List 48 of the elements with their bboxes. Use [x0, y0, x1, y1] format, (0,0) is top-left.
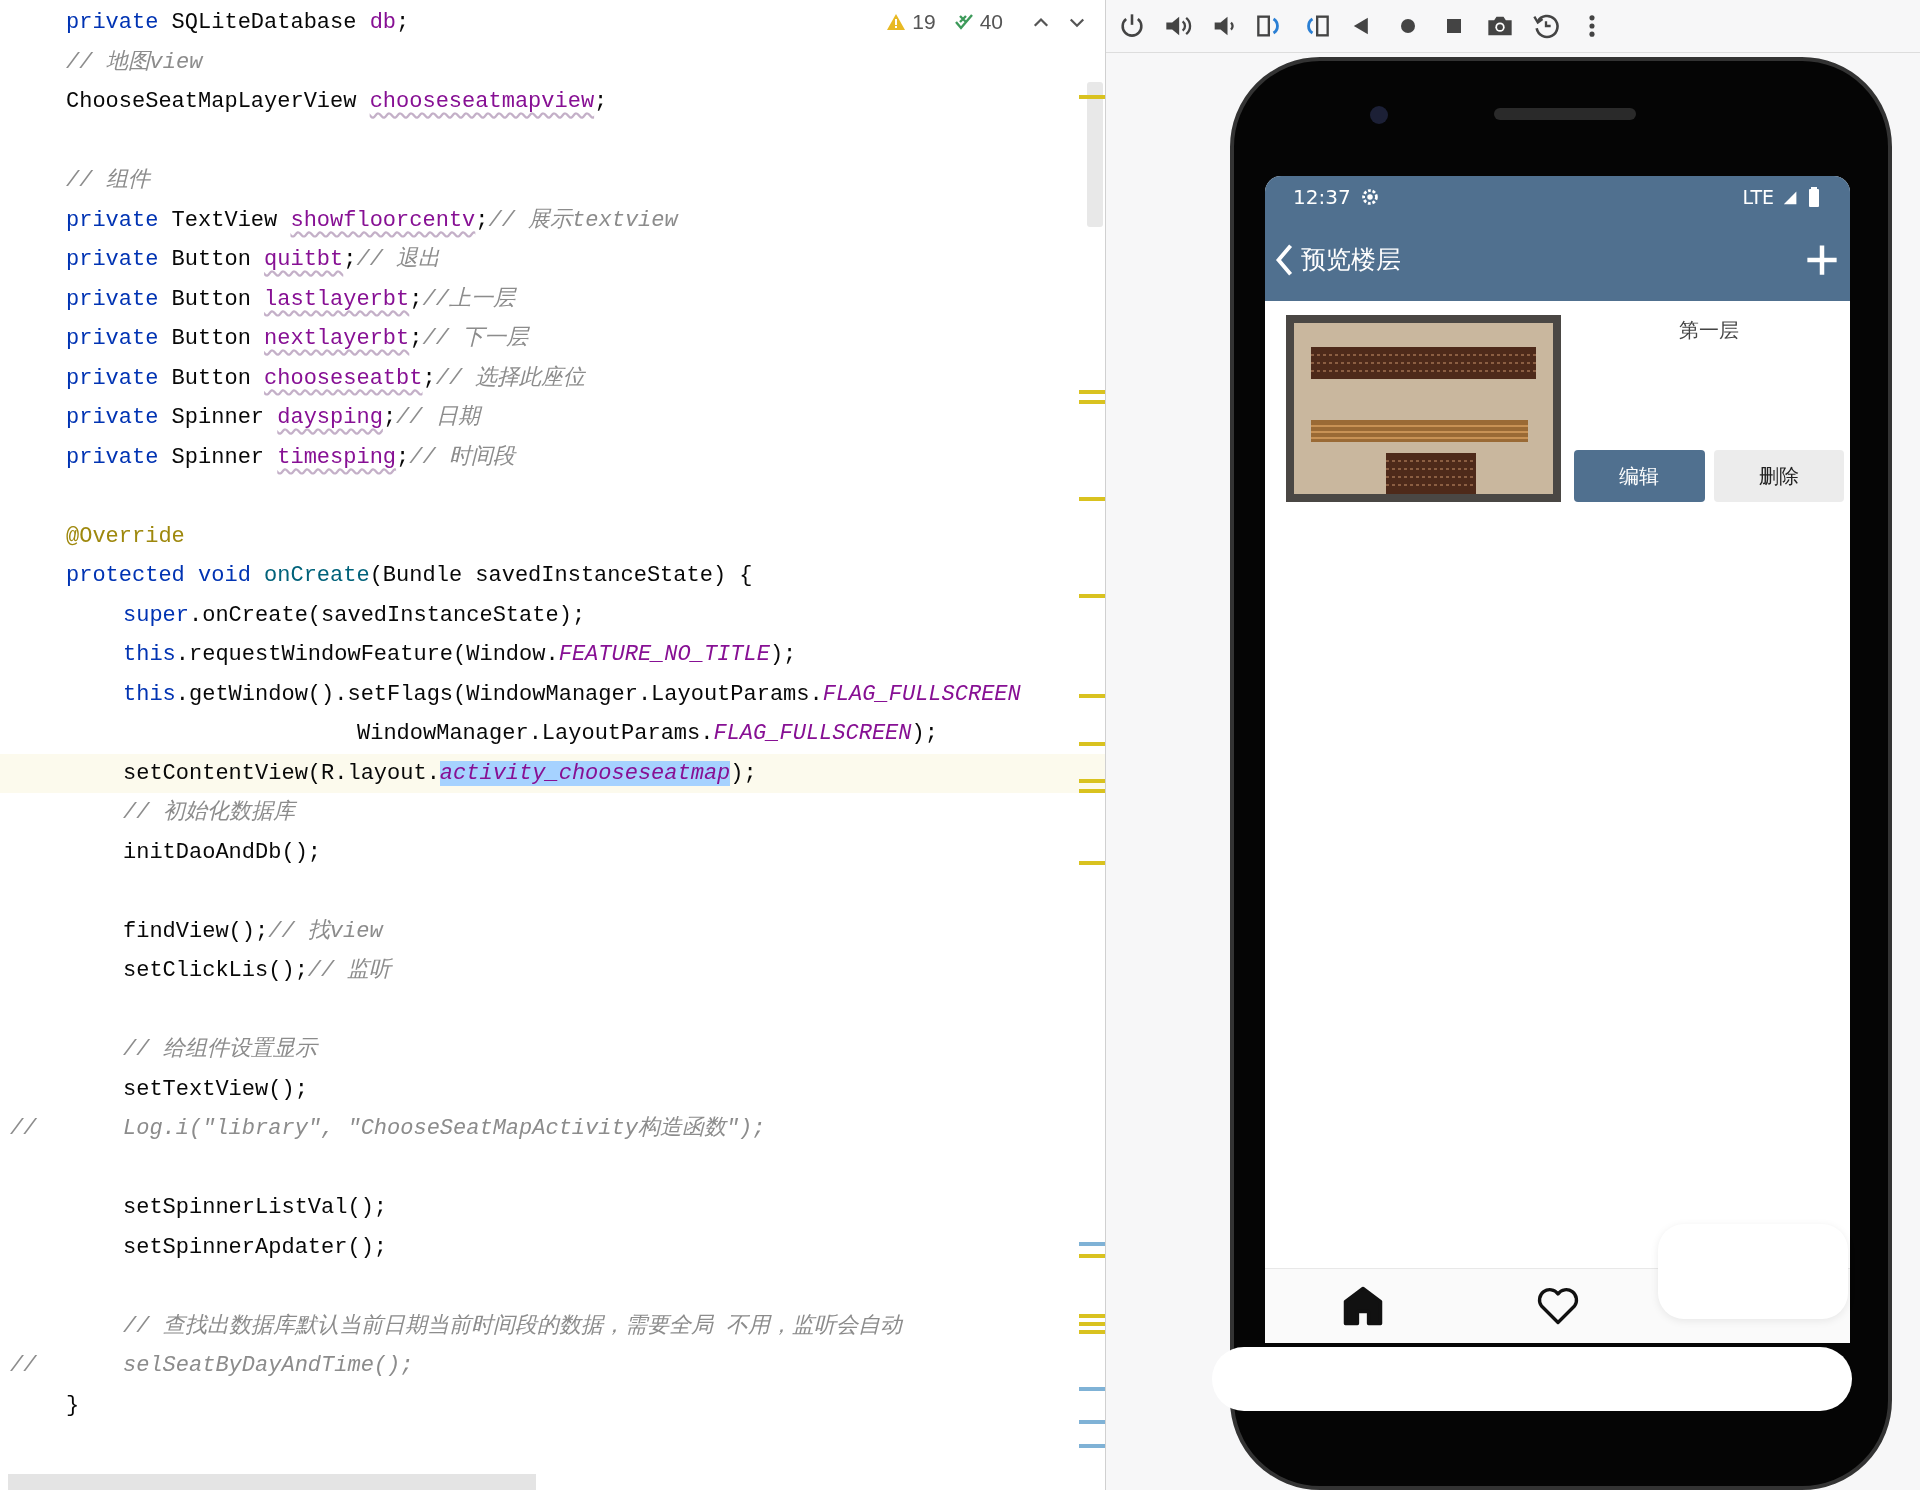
code-line: this.requestWindowFeature(Window.FEATURE_NO_TITLE); — [123, 642, 797, 667]
scrollbar-thumb[interactable] — [1087, 82, 1103, 227]
code-line: private TextView showfloorcentv;// 展示textview — [66, 207, 678, 233]
battery-icon — [1808, 187, 1820, 207]
app-title: 预览楼层 — [1301, 244, 1401, 276]
code-line: setContentView(R.layout.activity_chooseseatmap); — [123, 760, 757, 786]
code-line: setClickLis();// 监听 — [123, 958, 392, 983]
code-line: // 查找出数据库默认当前日期当前时间段的数据，需要全局 不用，监听会自动 — [123, 1313, 902, 1339]
code-editor[interactable] — [0, 0, 1106, 1490]
code-line: } — [66, 1392, 80, 1418]
warning-icon — [886, 12, 907, 32]
code-line: selSeatByDayAndTime(); — [123, 1353, 414, 1378]
edit-button[interactable]: 编辑 — [1574, 450, 1705, 502]
network-label: LTE — [1742, 186, 1774, 208]
horizontal-scrollbar[interactable] — [8, 1474, 536, 1490]
comment-marker: // — [10, 1353, 37, 1378]
code-line: initDaoAndDb(); — [123, 839, 322, 865]
code-line: setTextView(); — [123, 1076, 308, 1102]
code-line: // 初始化数据库 — [123, 800, 295, 825]
code-line: private SQLiteDatabase db; — [66, 10, 410, 35]
code-line: private Button chooseseatbt;// 选择此座位 — [66, 365, 586, 391]
code-line: WindowManager.LayoutParams.FLAG_FULLSCREEN); — [357, 721, 938, 746]
code-line: @Override — [66, 523, 185, 549]
code-line: super.onCreate(savedInstanceState); — [123, 602, 586, 628]
power-icon[interactable] — [1118, 12, 1146, 40]
code-line: private Button lastlayerbt;//上一层 — [66, 286, 515, 312]
code-line: protected void onCreate(Bundle savedInstanceState) { — [66, 563, 753, 588]
delete-button[interactable]: 删除 — [1713, 450, 1844, 502]
code-line: // 给组件设置显示 — [123, 1037, 317, 1062]
floor-name: 第一层 — [1679, 317, 1739, 344]
code-line: // 组件 — [66, 168, 150, 193]
code-line: ChooseSeatMapLayerView chooseseatmapview; — [66, 89, 608, 114]
code-line: setSpinnerListVal(); — [123, 1195, 388, 1220]
passed-count: 40 — [979, 10, 1003, 34]
code-line: setSpinnerApdater(); — [123, 1234, 388, 1260]
double-check-icon — [953, 12, 974, 32]
camera-lens — [1370, 106, 1388, 124]
reset-icon[interactable] — [1532, 12, 1560, 40]
code-line: private Spinner timesping;// 时间段 — [66, 444, 515, 470]
warning-count: 19 — [912, 10, 936, 34]
code-line: this.getWindow().setFlags(WindowManager.LayoutParams.FLAG_FULLSCREEN — [123, 681, 1021, 707]
comment-marker: // — [10, 1116, 37, 1141]
code-line: // 地图view — [66, 49, 203, 75]
code-line: findView();// 找view — [123, 918, 383, 944]
code-line: private Button nextlayerbt;// 下一层 — [66, 326, 529, 351]
code-line: private Button quitbt;// 退出 — [66, 247, 441, 272]
code-line: Log.i("library", "ChooseSeatMapActivity构造函数"); — [123, 1116, 766, 1141]
status-time: 12:37 — [1293, 185, 1351, 209]
